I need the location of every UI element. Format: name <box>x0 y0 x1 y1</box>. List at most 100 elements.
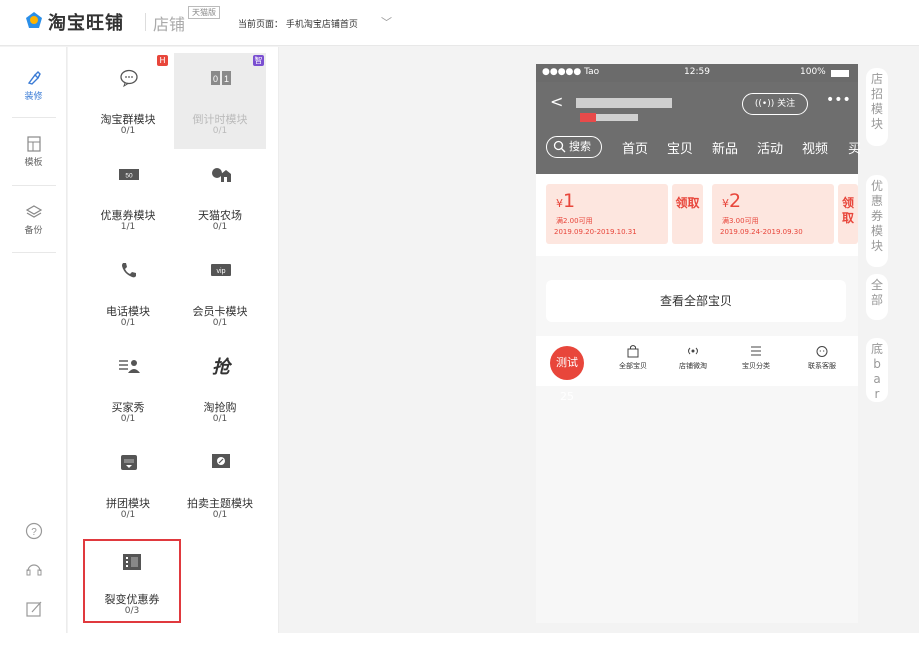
carrier: ●●●●● Tao <box>542 67 600 77</box>
module-name: 优惠券模块 <box>100 209 156 222</box>
bar-item-categories[interactable]: 宝贝分类 <box>731 344 781 371</box>
back-arrow-icon[interactable]: < <box>550 92 563 111</box>
module-count: 0/1 <box>212 222 228 232</box>
buyer-show-icon <box>119 360 140 373</box>
module-taobao-group[interactable]: H 淘宝群模块 0/1 <box>82 53 174 149</box>
side-tab-all[interactable]: 全部 <box>866 274 888 320</box>
coupon-amount: ¥2 <box>722 190 742 212</box>
bar-label: 宝贝分类 <box>742 362 770 370</box>
side-tab-banner[interactable]: 店招模块 <box>866 68 888 146</box>
bar-label: 店铺微淘 <box>679 362 707 370</box>
tab-items[interactable]: 宝贝 <box>667 138 693 157</box>
smart-badge: 智 <box>253 55 264 66</box>
follow-button[interactable]: ((•)) 关注 <box>742 93 808 115</box>
bag-icon <box>627 345 639 358</box>
module-tmall-farm[interactable]: 天猫农场 0/1 <box>174 149 266 245</box>
more-icon[interactable]: ••• <box>826 92 851 108</box>
group-buy-icon <box>121 455 137 470</box>
coupon-amount: ¥1 <box>556 190 576 212</box>
svg-text:?: ? <box>31 527 37 538</box>
coupon-card[interactable]: ¥1 满2.00可用 2019.09.20-2019.10.31 <box>546 184 668 244</box>
module-name: 淘宝群模块 <box>100 113 156 126</box>
tab-videos[interactable]: 视频 <box>802 138 828 157</box>
broadcast-icon: ((•)) <box>754 99 775 109</box>
tab-home[interactable]: 首页 <box>622 138 648 157</box>
rail-item-backup[interactable]: 备份 <box>10 203 57 236</box>
module-countdown: 智 01 倒计时模块 0/1 <box>174 53 266 149</box>
chat-group-icon <box>120 69 138 88</box>
module-vip-card[interactable]: vip 会员卡模块 0/1 <box>174 245 266 341</box>
shop-bottom-bar: 测试25 全部宝贝 店铺微淘 宝贝分类 联系客服 <box>536 336 858 403</box>
rail-item-decorate[interactable]: 装修 <box>10 69 57 102</box>
coupon-section: ¥1 满2.00可用 2019.09.20-2019.10.31 领取 ¥2 满… <box>536 174 858 256</box>
flash-sale-icon: 抢 <box>212 357 232 377</box>
edit-icon[interactable] <box>24 599 44 619</box>
module-count: 0/1 <box>120 414 136 424</box>
module-group-buy[interactable]: 拼团模块 0/1 <box>82 437 174 533</box>
module-name: 电话模块 <box>106 305 150 318</box>
module-flash-sale[interactable]: 抢 淘抢购 0/1 <box>174 341 266 437</box>
module-name: 拍卖主题模块 <box>187 497 253 510</box>
tab-buy[interactable]: 买 <box>848 138 861 157</box>
module-panel: H 淘宝群模块 0/1 智 01 倒计时模块 0/1 50 优惠券模块 1/1 … <box>68 47 279 633</box>
shop-tag <box>580 113 596 122</box>
vip-icon: vip <box>211 264 231 276</box>
help-icon[interactable]: ? <box>24 521 44 541</box>
module-count: 0/1 <box>212 126 228 136</box>
fission-coupon-icon <box>123 554 141 570</box>
headset-icon[interactable] <box>24 559 44 579</box>
search-icon <box>553 140 566 153</box>
backup-icon <box>25 205 42 218</box>
bar-item-customer-service[interactable]: 联系客服 <box>797 344 847 371</box>
side-tab-label: 优惠券模块 <box>871 179 884 253</box>
side-tab-bottom-bar[interactable]: 底bar <box>866 338 888 402</box>
coupon-condition: 满3.00可用 <box>722 217 759 225</box>
module-name: 倒计时模块 <box>192 113 248 126</box>
app-name: 淘宝旺铺 <box>48 13 124 34</box>
clock: 12:59 <box>684 67 710 77</box>
module-count: 0/1 <box>120 126 136 136</box>
search-button[interactable]: 搜索 <box>546 136 602 158</box>
bar-item-shop-feed[interactable]: 店铺微淘 <box>668 344 718 371</box>
module-name: 会员卡模块 <box>192 305 248 318</box>
shop-name <box>576 98 672 108</box>
module-buyer-show[interactable]: 买家秀 0/1 <box>82 341 174 437</box>
svg-text:vip: vip <box>217 268 226 275</box>
coupon-card[interactable]: ¥2 满3.00可用 2019.09.24-2019.09.30 <box>712 184 834 244</box>
module-name: 买家秀 <box>111 401 145 414</box>
chevron-down-icon[interactable]: ﹀ <box>381 14 392 30</box>
auction-icon <box>212 454 230 468</box>
rail-divider <box>12 185 56 186</box>
side-tab-label: 店招模块 <box>871 72 884 131</box>
section-name: 店铺 <box>153 15 186 34</box>
module-count: 0/1 <box>212 510 228 520</box>
current-page-selector[interactable]: 当前页面： 手机淘宝店铺首页 <box>238 17 358 30</box>
coupon-icon: 50 <box>119 169 139 180</box>
rail-item-template[interactable]: 模板 <box>10 135 57 168</box>
follow-label: 关注 <box>777 99 796 109</box>
module-fission-coupon[interactable]: 裂变优惠券 0/3 <box>83 539 181 623</box>
coupon-dates: 2019.09.24-2019.09.30 <box>720 228 803 236</box>
svg-text:1: 1 <box>224 74 229 84</box>
module-coupon[interactable]: 50 优惠券模块 1/1 <box>82 149 174 245</box>
tab-events[interactable]: 活动 <box>757 138 783 157</box>
module-name: 淘抢购 <box>203 401 237 414</box>
module-auction[interactable]: 拍卖主题模块 0/1 <box>174 437 266 533</box>
module-phone[interactable]: 电话模块 0/1 <box>82 245 174 341</box>
claim-coupon-button[interactable]: 领取 <box>838 184 858 244</box>
brush-icon <box>27 71 41 85</box>
side-tab-coupon[interactable]: 优惠券模块 <box>866 175 888 267</box>
view-all-items-button[interactable]: 查看全部宝贝 <box>546 280 846 322</box>
top-header: 淘宝旺铺 店铺 天猫版 当前页面： 手机淘宝店铺首页 ﹀ <box>0 0 919 46</box>
bar-item-all-items[interactable]: 全部宝贝 <box>608 344 658 371</box>
broadcast-icon <box>688 347 698 355</box>
avatar[interactable]: 测试25 <box>550 346 584 403</box>
module-count: 1/1 <box>120 222 136 232</box>
phone-status-bar: ●●●●● Tao 12:59 100% <box>536 64 858 82</box>
hot-badge: H <box>157 55 168 66</box>
phone-preview: ●●●●● Tao 12:59 100% < ((•)) 关注 ••• 搜索 首… <box>536 64 861 623</box>
side-tab-label: 底bar <box>871 342 884 401</box>
claim-coupon-button[interactable]: 领取 <box>672 184 703 244</box>
list-icon <box>751 346 761 356</box>
tab-new[interactable]: 新品 <box>712 138 738 157</box>
